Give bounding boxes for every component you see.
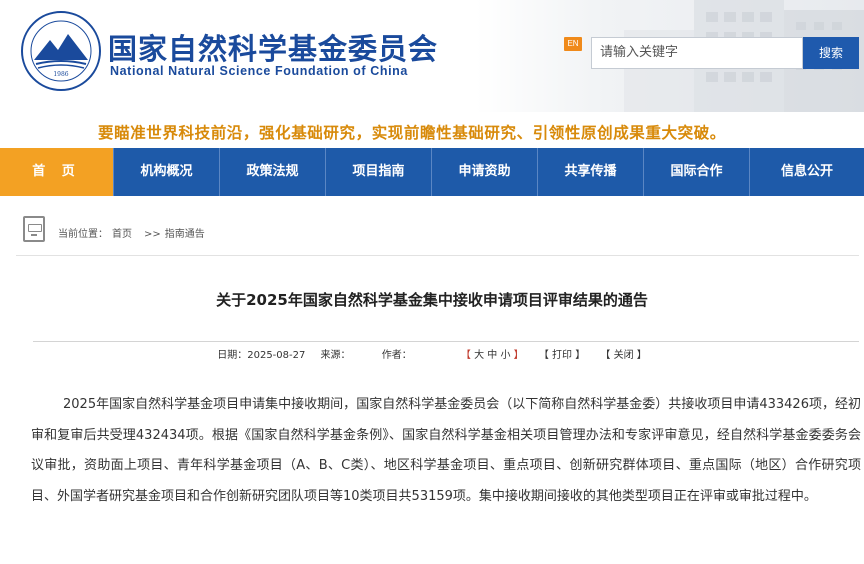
nav-item-share[interactable]: 共享传播 <box>538 148 644 196</box>
search-button[interactable]: 搜索 <box>803 37 859 69</box>
breadcrumb-prefix: 当前位置： <box>58 229 108 240</box>
breadcrumb-current-link[interactable]: 指南通告 <box>165 229 205 240</box>
document-icon <box>23 216 45 242</box>
english-version-button[interactable]: EN <box>564 37 582 51</box>
slogan-banner: 要瞄准世界科技前沿，强化基础研究，实现前瞻性基础研究、引领性原创成果重大突破。 <box>0 112 864 148</box>
nav-item-apply[interactable]: 申请资助 <box>432 148 538 196</box>
font-size-medium-link[interactable]: 中 <box>487 350 497 361</box>
article-title: 关于2025年国家自然科学基金集中接收申请项目评审结果的通告 <box>216 291 648 309</box>
nav-item-guide[interactable]: 项目指南 <box>326 148 432 196</box>
print-link[interactable]: 【 打印 】 <box>539 346 585 361</box>
nav-item-disclosure[interactable]: 信息公开 <box>750 148 864 196</box>
breadcrumb-separator: >> <box>144 229 161 240</box>
nav-item-international[interactable]: 国际合作 <box>644 148 750 196</box>
nav-item-home[interactable]: 首 页 <box>0 148 114 196</box>
font-size-large-link[interactable]: 大 <box>474 350 484 361</box>
site-header: 1986 国家自然科学基金委员会 National Natural Scienc… <box>0 0 864 112</box>
nsfc-logo: 1986 <box>21 11 101 91</box>
breadcrumb: 当前位置： 首页 >> 指南通告 <box>16 208 859 256</box>
article-body: 2025年国家自然科学基金项目申请集中接收期间，国家自然科学基金委员会（以下简称… <box>31 390 861 512</box>
font-size-small-link[interactable]: 小 <box>500 350 510 361</box>
logo-year: 1986 <box>53 71 68 78</box>
org-name-en: National Natural Science Foundation of C… <box>110 64 408 78</box>
article-meta: 日期：2025-08-27 来源： 作者： 【 大 中 小 】 【 打印 】 【… <box>0 346 864 366</box>
nav-item-about[interactable]: 机构概况 <box>114 148 220 196</box>
breadcrumb-home-link[interactable]: 首页 <box>112 229 132 240</box>
article-paragraph: 2025年国家自然科学基金项目申请集中接收期间，国家自然科学基金委员会（以下简称… <box>31 397 861 504</box>
article-date: 日期：2025-08-27 <box>217 350 306 361</box>
divider <box>33 341 859 342</box>
slogan-text: 要瞄准世界科技前沿，强化基础研究，实现前瞻性基础研究、引领性原创成果重大突破。 <box>98 124 726 142</box>
article-source: 来源： <box>320 350 351 361</box>
org-name-cn: 国家自然科学基金委员会 <box>108 32 439 66</box>
article-author: 作者： <box>381 350 412 361</box>
close-link[interactable]: 【 关闭 】 <box>600 346 646 361</box>
main-nav: 首 页 机构概况 政策法规 项目指南 申请资助 共享传播 国际合作 信息公开 <box>0 148 864 196</box>
search-input[interactable]: 请输入关键字 <box>591 37 803 69</box>
font-size-controls: 【 大 中 小 】 <box>460 350 524 361</box>
nav-item-policies[interactable]: 政策法规 <box>220 148 326 196</box>
